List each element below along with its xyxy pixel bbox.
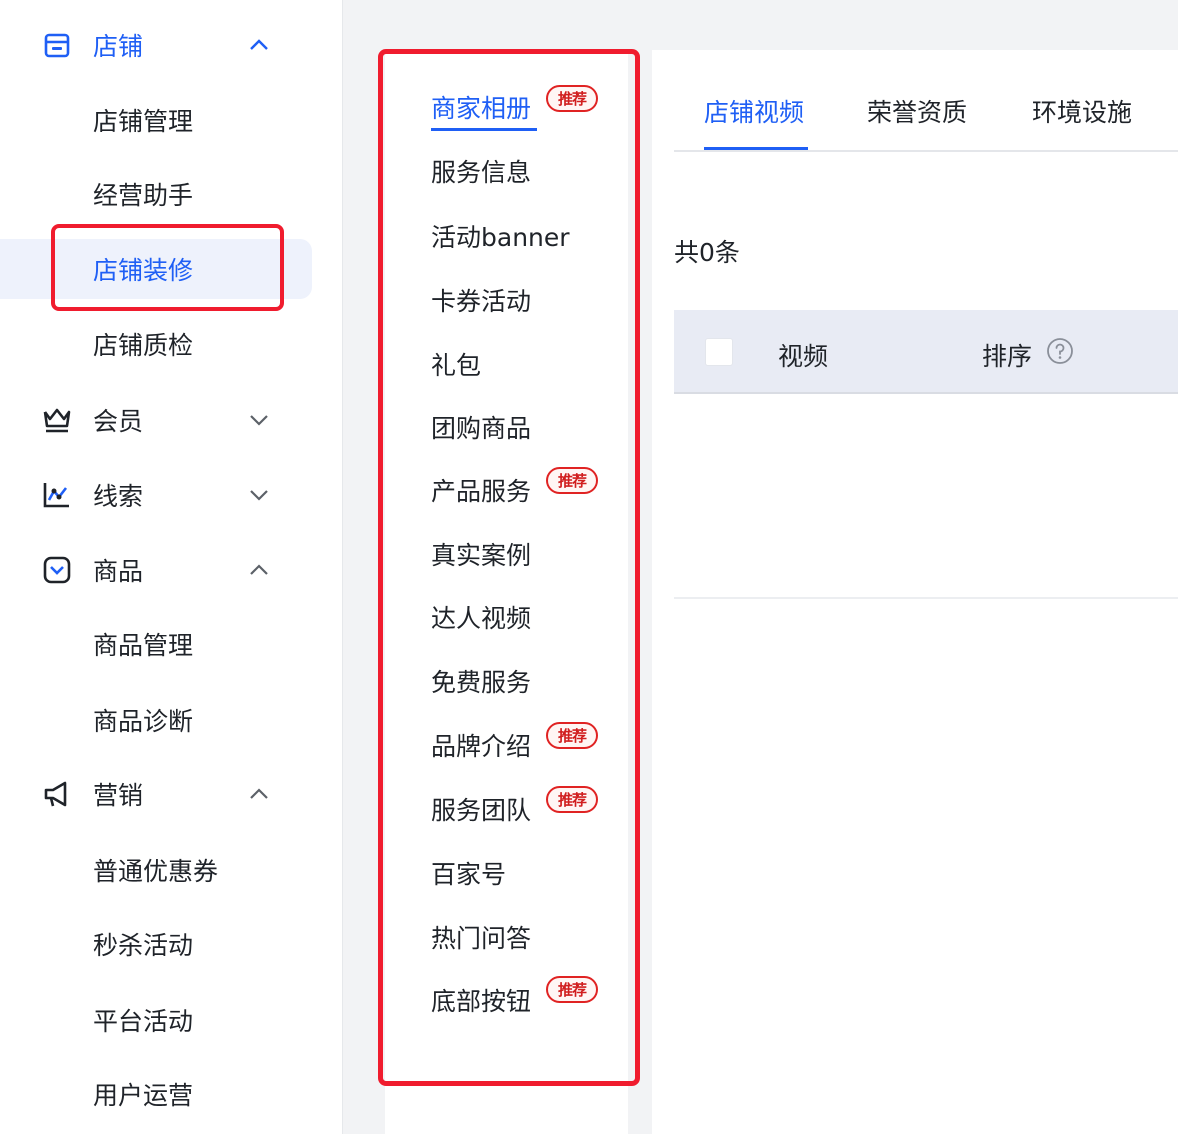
sidebar-item-label: 商品管理: [93, 631, 194, 660]
recommend-badge: 推荐: [546, 722, 598, 749]
module-item-hot-qa[interactable]: 热门问答: [431, 917, 531, 957]
sidebar-item-label: 店铺装修: [93, 256, 194, 285]
tab-environment-facilities[interactable]: 环境设施: [1032, 93, 1132, 129]
sidebar-item-user-operation[interactable]: 用户运营: [0, 1064, 343, 1124]
sidebar-item-label: 普通优惠券: [93, 857, 219, 886]
module-item-coupon-activity[interactable]: 卡券活动: [431, 280, 531, 320]
chevron-down-icon: [246, 482, 272, 508]
sidebar-item-label: 经营助手: [93, 181, 194, 210]
module-item-activity-banner[interactable]: 活动banner: [431, 216, 570, 256]
sidebar-group-label: 店铺: [93, 32, 144, 61]
module-item-real-cases[interactable]: 真实案例: [431, 534, 531, 574]
sidebar-item-label: 平台活动: [93, 1007, 194, 1036]
help-circle-icon[interactable]: [1046, 337, 1074, 365]
active-tab-underline: [704, 147, 808, 150]
record-count: 共0条: [674, 238, 740, 267]
module-item-service-team[interactable]: 服务团队: [431, 789, 531, 829]
sidebar-group-label: 营销: [93, 781, 144, 810]
recommend-badge: 推荐: [546, 976, 598, 1003]
module-list-panel: [385, 50, 628, 1134]
module-item-label: 达人视频: [431, 604, 532, 633]
sidebar-item-label: 秒杀活动: [93, 931, 194, 960]
crown-icon: [40, 403, 74, 437]
module-item-label: 热门问答: [431, 924, 532, 953]
sidebar-item-product-management[interactable]: 商品管理: [0, 614, 343, 674]
recommend-badge: 推荐: [546, 85, 598, 112]
sidebar-group-label: 商品: [93, 557, 144, 586]
sidebar-item-product-diagnosis[interactable]: 商品诊断: [0, 690, 343, 750]
module-item-label: 免费服务: [431, 668, 532, 697]
module-item-brand-intro[interactable]: 品牌介绍: [431, 725, 531, 765]
sidebar-item-business-assistant[interactable]: 经营助手: [0, 164, 343, 224]
module-item-label: 活动banner: [431, 223, 570, 252]
sidebar-item-store-inspection[interactable]: 店铺质检: [0, 314, 343, 374]
sidebar-item-label: 商品诊断: [93, 707, 194, 736]
sidebar-item-flash-sale[interactable]: 秒杀活动: [0, 914, 343, 974]
sidebar-group-label: 线索: [93, 482, 144, 511]
module-item-baijiahao[interactable]: 百家号: [431, 853, 506, 893]
module-item-label: 团购商品: [431, 414, 532, 443]
recommend-badge: 推荐: [546, 786, 598, 813]
megaphone-icon: [40, 777, 74, 811]
sidebar-item-coupon[interactable]: 普通优惠券: [0, 840, 343, 900]
chevron-up-icon: [246, 781, 272, 807]
product-icon: [40, 553, 74, 587]
sidebar-item-platform-activity[interactable]: 平台活动: [0, 990, 343, 1050]
module-item-service-info[interactable]: 服务信息: [431, 151, 531, 191]
tab-honor-qualification[interactable]: 荣誉资质: [867, 93, 967, 129]
module-item-label: 卡券活动: [431, 287, 532, 316]
module-item-group-buy[interactable]: 团购商品: [431, 407, 531, 447]
module-item-label: 商家相册: [431, 94, 532, 123]
sidebar-item-store-decoration[interactable]: 店铺装修: [0, 239, 343, 299]
chevron-up-icon: [246, 557, 272, 583]
recommend-badge: 推荐: [546, 467, 598, 494]
module-item-label: 礼包: [431, 351, 482, 380]
sidebar-group-marketing[interactable]: 营销: [0, 764, 343, 824]
sidebar-group-leads[interactable]: 线索: [0, 465, 343, 525]
sidebar-item-label: 店铺管理: [93, 107, 194, 136]
module-item-label: 底部按钮: [431, 987, 532, 1016]
module-item-gift-pack[interactable]: 礼包: [431, 344, 481, 384]
tab-store-video[interactable]: 店铺视频: [704, 93, 804, 129]
empty-table-divider: [674, 597, 1178, 599]
select-all-checkbox[interactable]: [705, 338, 733, 366]
module-item-label: 服务信息: [431, 158, 532, 187]
module-item-label: 品牌介绍: [431, 732, 532, 761]
module-item-bottom-button[interactable]: 底部按钮: [431, 980, 531, 1020]
content-panel: [652, 50, 1178, 1134]
sidebar-item-label: 用户运营: [93, 1081, 194, 1110]
store-icon: [40, 28, 74, 62]
sidebar-group-member[interactable]: 会员: [0, 390, 343, 450]
sidebar-item-store-management[interactable]: 店铺管理: [0, 90, 343, 150]
module-item-label: 产品服务: [431, 477, 532, 506]
sidebar-group-store[interactable]: 店铺: [0, 15, 343, 75]
module-item-free-service[interactable]: 免费服务: [431, 661, 531, 701]
sidebar-group-label: 会员: [93, 407, 144, 436]
tabs-divider: [674, 150, 1178, 152]
sidebar-group-product[interactable]: 商品: [0, 540, 343, 600]
table-header: [674, 310, 1178, 394]
module-item-influencer-video[interactable]: 达人视频: [431, 597, 531, 637]
column-header-video: 视频: [778, 342, 829, 371]
module-item-label: 百家号: [431, 860, 507, 889]
chart-icon: [40, 478, 74, 512]
module-item-label: 服务团队: [431, 796, 532, 825]
sidebar-nav: 店铺 店铺管理 经营助手 店铺装修 店铺质检 会员 线索 商品 商品管理 商品诊…: [0, 0, 343, 1134]
column-header-sort[interactable]: 排序: [982, 337, 1032, 373]
module-item-label: 真实案例: [431, 541, 532, 570]
chevron-up-icon: [246, 32, 272, 58]
active-underline: [431, 128, 537, 131]
sidebar-item-label: 店铺质检: [93, 331, 194, 360]
module-item-product-service[interactable]: 产品服务: [431, 470, 531, 510]
module-item-merchant-album[interactable]: 商家相册: [431, 87, 537, 131]
chevron-down-icon: [246, 407, 272, 433]
